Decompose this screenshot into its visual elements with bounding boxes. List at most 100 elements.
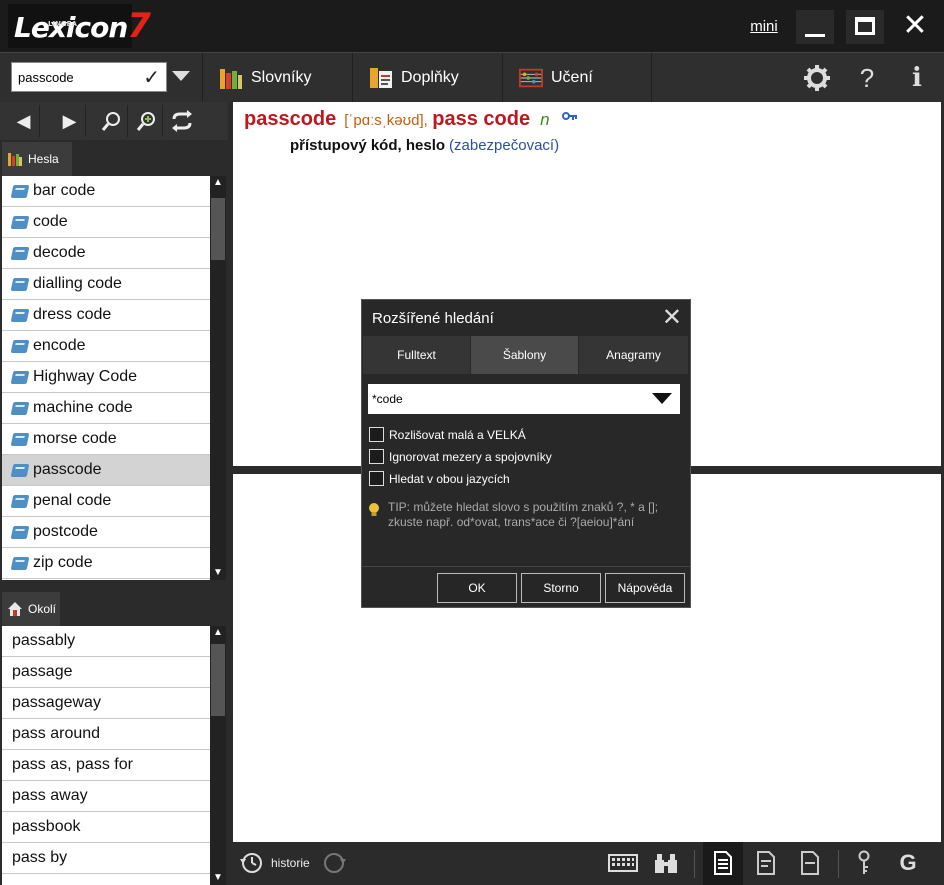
list-item[interactable]: passageway: [2, 688, 210, 719]
key-lookup-button[interactable]: [851, 848, 877, 878]
confirm-check-icon[interactable]: ✓: [143, 65, 160, 90]
history-button[interactable]: [239, 848, 265, 878]
book-icon: [10, 371, 30, 384]
pattern-combobox: [368, 384, 680, 414]
list-item[interactable]: penal code: [2, 486, 210, 517]
headword-list-scrollbar[interactable]: ▲ ▼: [210, 176, 226, 580]
list-item-label: pass away: [12, 787, 88, 804]
forward-button[interactable]: ▶: [54, 105, 86, 137]
checkbox-box[interactable]: [369, 449, 384, 464]
search-input[interactable]: [12, 63, 132, 91]
dialog-footer: OK Storno Nápověda: [362, 566, 690, 608]
list-item-label: code: [33, 213, 68, 230]
close-window-button[interactable]: ✕: [896, 10, 934, 44]
entry-pronunciation: [ˈpɑːsˌkəʊd],: [344, 112, 428, 129]
search-button[interactable]: [96, 105, 128, 137]
tab-doplnky[interactable]: Doplňky: [352, 53, 502, 103]
both-languages-checkbox[interactable]: Hledat v obou jazycích: [369, 471, 510, 487]
list-item[interactable]: encode: [2, 331, 210, 362]
list-item[interactable]: pass away: [2, 781, 210, 812]
entry-headword[interactable]: passcode: [244, 108, 336, 130]
tab-fulltext[interactable]: Fulltext: [363, 336, 471, 374]
advanced-search-button[interactable]: [131, 105, 163, 137]
list-item[interactable]: Highway Code: [2, 362, 210, 393]
history-label[interactable]: historie: [271, 856, 310, 870]
entry-headline: passcode [ˈpɑːsˌkəʊd], pass code n: [244, 108, 578, 131]
list-item[interactable]: zip code: [2, 548, 210, 579]
list-item[interactable]: decode: [2, 238, 210, 269]
pattern-input[interactable]: [368, 384, 628, 414]
dialog-close-button[interactable]: ✕: [662, 304, 682, 332]
list-item[interactable]: pass around: [2, 719, 210, 750]
help-icon[interactable]: ?: [851, 63, 883, 93]
view-full-entry-button[interactable]: [703, 842, 743, 885]
checkbox-box[interactable]: [369, 471, 384, 486]
view-compact-button[interactable]: [753, 848, 779, 878]
tab-slovniky[interactable]: Slovníky: [202, 53, 352, 103]
list-item-label: dialling code: [33, 275, 122, 292]
logo-brand: LINGEA: [48, 20, 77, 28]
minimize-button[interactable]: [796, 10, 834, 44]
binoculars-button[interactable]: [651, 848, 681, 878]
list-item[interactable]: passbook: [2, 812, 210, 843]
scroll-down-icon[interactable]: ▼: [210, 871, 226, 885]
entry-variant[interactable]: pass code: [432, 108, 530, 130]
ok-button[interactable]: OK: [437, 573, 517, 603]
swap-direction-button[interactable]: [166, 105, 198, 137]
maximize-button[interactable]: [846, 10, 884, 44]
tab-uceni-label: Učení: [551, 69, 593, 86]
google-search-button[interactable]: G: [895, 848, 921, 878]
mini-mode-button[interactable]: mini: [746, 14, 782, 42]
scroll-down-icon[interactable]: ▼: [210, 566, 226, 580]
list-item[interactable]: bar code: [2, 176, 210, 207]
neighborhood-list-scrollbar[interactable]: ▲ ▼: [210, 626, 226, 885]
list-item[interactable]: code: [2, 207, 210, 238]
left-panel: ◀ ▶ Hesla bar code code decode dialling cod…: [0, 102, 228, 885]
history-icon: [240, 853, 262, 873]
help-button[interactable]: Nápověda: [605, 573, 685, 603]
addons-icon: [370, 68, 392, 88]
scroll-thumb[interactable]: [211, 198, 225, 260]
list-item[interactable]: morse code: [2, 424, 210, 455]
scroll-up-icon[interactable]: ▲: [210, 176, 226, 190]
list-item[interactable]: passably: [2, 626, 210, 657]
list-item-label: bar code: [33, 182, 96, 199]
back-button[interactable]: ◀: [8, 105, 40, 137]
tab-hesla[interactable]: Hesla: [2, 142, 72, 176]
list-item-label: passbook: [12, 818, 81, 835]
list-item[interactable]: passage: [2, 657, 210, 688]
view-brief-button[interactable]: [797, 848, 823, 878]
list-item[interactable]: machine code: [2, 393, 210, 424]
tab-uceni[interactable]: Učení: [502, 53, 652, 103]
settings-gear-icon[interactable]: [801, 63, 833, 93]
scroll-up-icon[interactable]: ▲: [210, 626, 226, 640]
title-bar: LINGEA Lexicon7 mini ✕: [0, 0, 944, 52]
keyboard-button[interactable]: [607, 848, 639, 878]
checkbox-box[interactable]: [369, 427, 384, 442]
case-sensitive-checkbox[interactable]: Rozlišovat malá a VELKÁ: [369, 427, 526, 443]
book-icon: [10, 464, 30, 477]
history-forward-button[interactable]: [321, 848, 347, 878]
chevron-down-icon[interactable]: [652, 393, 672, 404]
tab-okoli[interactable]: Okolí: [2, 592, 60, 626]
entry-translation[interactable]: přístupový kód, heslo: [290, 137, 445, 154]
book-icon: [10, 526, 30, 539]
search-history-dropdown-icon[interactable]: [172, 71, 190, 81]
list-item[interactable]: dialling code: [2, 269, 210, 300]
list-item[interactable]: dress code: [2, 300, 210, 331]
advanced-search-icon: [136, 112, 155, 131]
list-item[interactable]: postcode: [2, 517, 210, 548]
lightbulb-icon: [368, 502, 380, 516]
list-item[interactable]: pass by: [2, 843, 210, 874]
tab-sablony[interactable]: Šablony: [471, 336, 579, 374]
list-item[interactable]: passcode: [2, 455, 210, 486]
book-icon: [10, 340, 30, 353]
info-icon[interactable]: i: [901, 63, 933, 93]
key-icon[interactable]: [562, 108, 578, 124]
search-box: ✓: [11, 62, 167, 92]
ignore-spaces-checkbox[interactable]: Ignorovat mezery a spojovníky: [369, 449, 552, 465]
scroll-thumb[interactable]: [211, 644, 225, 716]
cancel-button[interactable]: Storno: [521, 573, 601, 603]
list-item[interactable]: pass as, pass for: [2, 750, 210, 781]
tab-anagramy[interactable]: Anagramy: [579, 336, 689, 374]
